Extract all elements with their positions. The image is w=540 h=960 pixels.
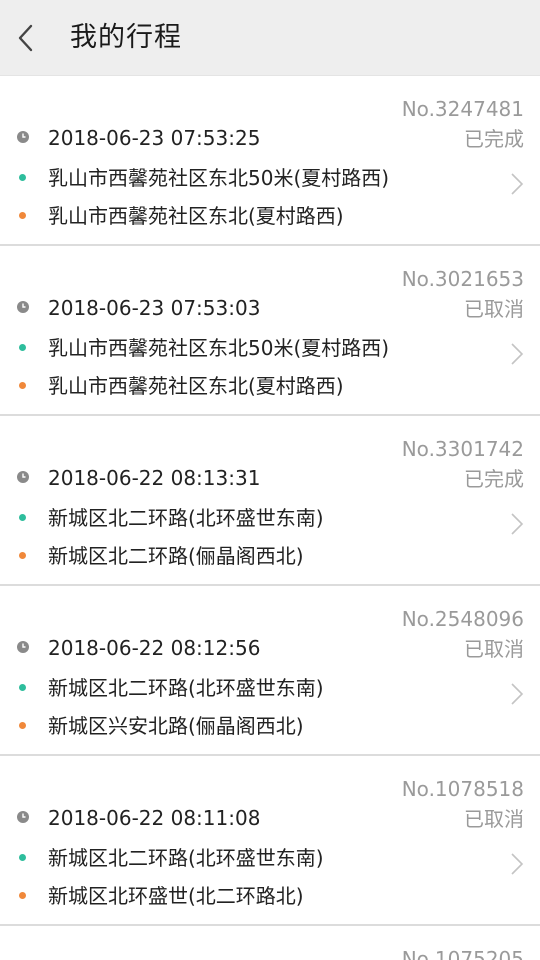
trip-card[interactable]: No.1078518 已取消 2018-06-22 08:11:08 新城区北二… xyxy=(0,756,540,926)
trip-from-row: 乳山市西馨苑社区东北50米(夏村路西) xyxy=(0,334,480,362)
end-dot-icon xyxy=(19,382,26,389)
end-dot-icon xyxy=(19,212,26,219)
chevron-right-icon xyxy=(511,513,524,535)
trip-from: 乳山市西馨苑社区东北50米(夏村路西) xyxy=(48,166,390,190)
trip-number: No.3021653 xyxy=(401,267,524,291)
chevron-right-icon xyxy=(511,173,524,195)
end-dot-icon xyxy=(19,892,26,899)
chevron-right-icon xyxy=(511,853,524,875)
end-dot-icon xyxy=(19,552,26,559)
chevron-right-icon xyxy=(511,683,524,705)
trip-card[interactable]: No.1075205 xyxy=(0,926,540,960)
back-button[interactable] xyxy=(6,14,46,62)
trip-from-row: 新城区北二环路(北环盛世东南) xyxy=(0,844,480,872)
trip-number: No.1075205 xyxy=(401,947,524,960)
trip-from: 新城区北二环路(北环盛世东南) xyxy=(48,506,324,530)
trip-to: 乳山市西馨苑社区东北(夏村路西) xyxy=(48,204,344,228)
trip-time-row: 2018-06-23 07:53:25 xyxy=(0,124,480,152)
trip-time: 2018-06-22 08:11:08 xyxy=(48,806,261,830)
trip-to-row: 新城区北二环路(俪晶阁西北) xyxy=(0,542,480,570)
trip-to: 乳山市西馨苑社区东北(夏村路西) xyxy=(48,374,344,398)
trip-to: 新城区北环盛世(北二环路北) xyxy=(48,884,304,908)
start-dot-icon xyxy=(19,854,26,861)
trip-time: 2018-06-22 08:13:31 xyxy=(48,466,261,490)
trip-card[interactable]: No.2548096 已取消 2018-06-22 08:12:56 新城区北二… xyxy=(0,586,540,756)
trip-from: 乳山市西馨苑社区东北50米(夏村路西) xyxy=(48,336,390,360)
clock-icon xyxy=(17,301,29,313)
trip-from: 新城区北二环路(北环盛世东南) xyxy=(48,846,324,870)
trip-to-row: 乳山市西馨苑社区东北(夏村路西) xyxy=(0,202,480,230)
trip-card[interactable]: No.3301742 已完成 2018-06-22 08:13:31 新城区北二… xyxy=(0,416,540,586)
trip-from-row: 新城区北二环路(北环盛世东南) xyxy=(0,504,480,532)
trip-to-row: 新城区北环盛世(北二环路北) xyxy=(0,882,480,910)
trip-from: 新城区北二环路(北环盛世东南) xyxy=(48,676,324,700)
clock-icon xyxy=(17,131,29,143)
chevron-left-icon xyxy=(18,24,33,52)
trip-card[interactable]: No.3247481 已完成 2018-06-23 07:53:25 乳山市西馨… xyxy=(0,76,540,246)
trip-time-row: 2018-06-22 08:12:56 xyxy=(0,634,480,662)
top-bar: 我的行程 xyxy=(0,0,540,76)
trip-to: 新城区兴安北路(俪晶阁西北) xyxy=(48,714,304,738)
trip-to-row: 乳山市西馨苑社区东北(夏村路西) xyxy=(0,372,480,400)
clock-icon xyxy=(17,811,29,823)
start-dot-icon xyxy=(19,174,26,181)
trip-time-row: 2018-06-22 08:13:31 xyxy=(0,464,480,492)
trip-time: 2018-06-23 07:53:25 xyxy=(48,126,261,150)
trip-from-row: 新城区北二环路(北环盛世东南) xyxy=(0,674,480,702)
trip-time-row: 2018-06-22 08:11:08 xyxy=(0,804,480,832)
page-title: 我的行程 xyxy=(70,22,182,53)
trip-number: No.3301742 xyxy=(401,437,524,461)
clock-icon xyxy=(17,641,29,653)
trip-number: No.1078518 xyxy=(401,777,524,801)
trip-from-row: 乳山市西馨苑社区东北50米(夏村路西) xyxy=(0,164,480,192)
trip-list[interactable]: No.3247481 已完成 2018-06-23 07:53:25 乳山市西馨… xyxy=(0,76,540,960)
trip-card[interactable]: No.3021653 已取消 2018-06-23 07:53:03 乳山市西馨… xyxy=(0,246,540,416)
chevron-right-icon xyxy=(511,343,524,365)
start-dot-icon xyxy=(19,344,26,351)
trip-number: No.2548096 xyxy=(401,607,524,631)
clock-icon xyxy=(17,471,29,483)
start-dot-icon xyxy=(19,684,26,691)
trip-time-row: 2018-06-23 07:53:03 xyxy=(0,294,480,322)
start-dot-icon xyxy=(19,514,26,521)
end-dot-icon xyxy=(19,722,26,729)
trip-number: No.3247481 xyxy=(401,97,524,121)
trip-to: 新城区北二环路(俪晶阁西北) xyxy=(48,544,304,568)
trip-to-row: 新城区兴安北路(俪晶阁西北) xyxy=(0,712,480,740)
trip-time: 2018-06-23 07:53:03 xyxy=(48,296,261,320)
trip-time: 2018-06-22 08:12:56 xyxy=(48,636,261,660)
